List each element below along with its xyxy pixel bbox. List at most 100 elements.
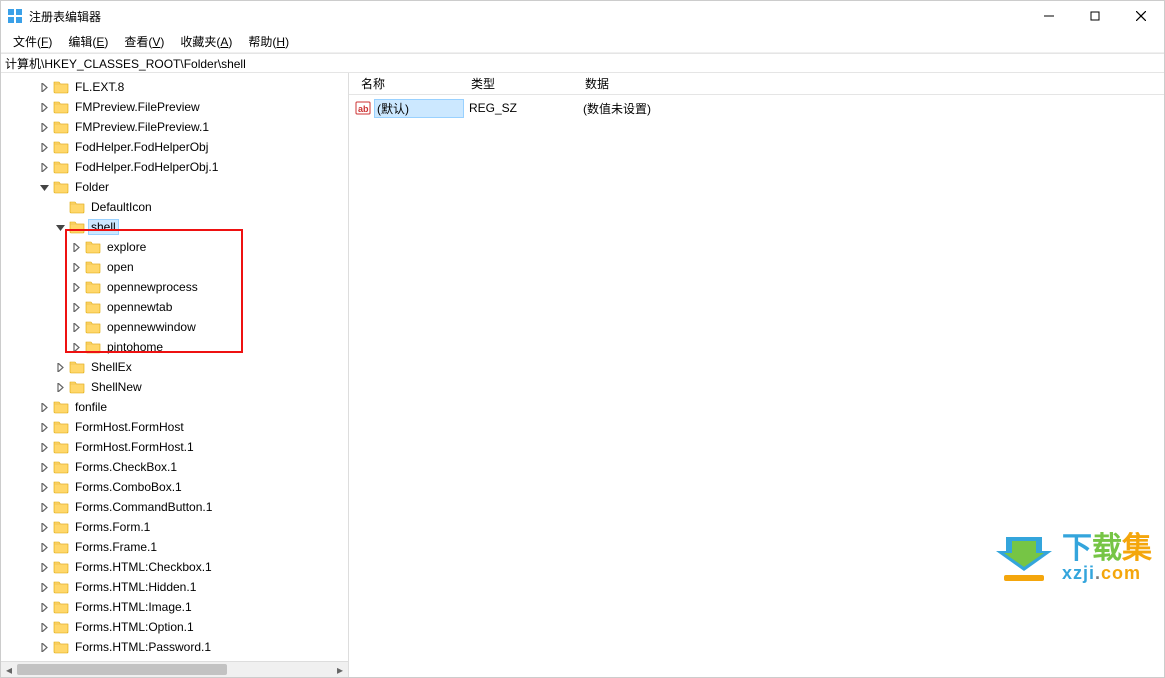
- expand-arrow-icon[interactable]: [69, 340, 83, 354]
- address-bar[interactable]: 计算机\HKEY_CLASSES_ROOT\Folder\shell: [1, 53, 1164, 73]
- tree-item-label: DefaultIcon: [89, 200, 154, 214]
- tree-item[interactable]: opennewtab: [5, 297, 348, 317]
- expand-arrow-icon[interactable]: [37, 400, 51, 414]
- menu-file[interactable]: 文件(F): [5, 31, 60, 52]
- tree-item[interactable]: Forms.HTML:Option.1: [5, 617, 348, 637]
- tree-item[interactable]: fonfile: [5, 397, 348, 417]
- expand-arrow-icon[interactable]: [37, 620, 51, 634]
- expand-arrow-icon[interactable]: [37, 600, 51, 614]
- expand-arrow-icon[interactable]: [37, 580, 51, 594]
- tree-item[interactable]: opennewprocess: [5, 277, 348, 297]
- folder-icon: [85, 319, 101, 335]
- expand-arrow-icon[interactable]: [37, 640, 51, 654]
- tree-horizontal-scrollbar[interactable]: ◂ ▸: [1, 661, 348, 677]
- tree-item[interactable]: Forms.Form.1: [5, 517, 348, 537]
- scroll-right-button[interactable]: ▸: [332, 662, 348, 677]
- tree-item[interactable]: explore: [5, 237, 348, 257]
- tree-item[interactable]: FMPreview.FilePreview.1: [5, 117, 348, 137]
- tree-item[interactable]: Forms.HTML:Password.1: [5, 637, 348, 657]
- tree-item-label: ShellNew: [89, 380, 144, 394]
- pane-resize-handle[interactable]: [348, 75, 352, 677]
- folder-icon: [85, 299, 101, 315]
- expand-arrow-icon[interactable]: [53, 360, 67, 374]
- expand-arrow-icon[interactable]: [37, 560, 51, 574]
- tree-item[interactable]: Forms.Frame.1: [5, 537, 348, 557]
- value-name: (默认): [375, 100, 463, 117]
- expand-arrow-icon[interactable]: [37, 440, 51, 454]
- expand-arrow-icon[interactable]: [53, 380, 67, 394]
- maximize-button[interactable]: [1072, 1, 1118, 31]
- tree-item-label: Forms.HTML:Option.1: [73, 620, 196, 634]
- column-header-name[interactable]: 名称: [355, 73, 465, 94]
- tree-item[interactable]: FodHelper.FodHelperObj.1: [5, 157, 348, 177]
- minimize-button[interactable]: [1026, 1, 1072, 31]
- menu-help[interactable]: 帮助(H): [240, 31, 297, 52]
- scroll-track[interactable]: [17, 662, 332, 677]
- expand-arrow-icon[interactable]: [37, 540, 51, 554]
- expand-arrow-icon[interactable]: [37, 160, 51, 174]
- tree-item[interactable]: Forms.HTML:Checkbox.1: [5, 557, 348, 577]
- app-icon: [7, 8, 23, 24]
- tree-item[interactable]: FormHost.FormHost.1: [5, 437, 348, 457]
- tree-item[interactable]: FMPreview.FilePreview: [5, 97, 348, 117]
- expand-arrow-icon[interactable]: [69, 300, 83, 314]
- svg-text:ab: ab: [358, 104, 369, 114]
- expand-arrow-icon[interactable]: [37, 420, 51, 434]
- tree-item-label: opennewprocess: [105, 280, 200, 294]
- folder-icon: [85, 279, 101, 295]
- tree-item[interactable]: DefaultIcon: [5, 197, 348, 217]
- tree-item[interactable]: ShellNew: [5, 377, 348, 397]
- scroll-thumb[interactable]: [17, 664, 227, 675]
- column-header-data[interactable]: 数据: [579, 73, 1164, 94]
- expand-arrow-icon[interactable]: [37, 120, 51, 134]
- string-value-icon: ab: [355, 100, 371, 116]
- tree-item[interactable]: shell: [5, 217, 348, 237]
- value-row[interactable]: ab(默认)REG_SZ(数值未设置): [355, 97, 1164, 119]
- expand-arrow-icon[interactable]: [37, 500, 51, 514]
- tree-item[interactable]: FormHost.FormHost: [5, 417, 348, 437]
- close-button[interactable]: [1118, 1, 1164, 31]
- expand-arrow-icon[interactable]: [37, 520, 51, 534]
- tree-item[interactable]: FodHelper.FodHelperObj: [5, 137, 348, 157]
- folder-icon: [69, 199, 85, 215]
- tree-item[interactable]: Forms.HTML:Hidden.1: [5, 577, 348, 597]
- tree-item-label: Folder: [73, 180, 111, 194]
- expand-arrow-icon[interactable]: [37, 460, 51, 474]
- tree-item[interactable]: Forms.CommandButton.1: [5, 497, 348, 517]
- menu-edit[interactable]: 编辑(E): [60, 31, 116, 52]
- expand-arrow-icon[interactable]: [69, 280, 83, 294]
- tree-item[interactable]: Forms.HTML:Image.1: [5, 597, 348, 617]
- tree-item-label: FL.EXT.8: [73, 80, 126, 94]
- menu-view[interactable]: 查看(V): [116, 31, 172, 52]
- value-data: (数值未设置): [577, 100, 651, 117]
- folder-icon: [53, 179, 69, 195]
- collapse-arrow-icon[interactable]: [53, 220, 67, 234]
- column-header-type[interactable]: 类型: [465, 73, 579, 94]
- expand-arrow-icon[interactable]: [37, 480, 51, 494]
- tree-item[interactable]: pintohome: [5, 337, 348, 357]
- tree-item[interactable]: open: [5, 257, 348, 277]
- folder-icon: [53, 99, 69, 115]
- tree-item[interactable]: Folder: [5, 177, 348, 197]
- tree-item-label: explore: [105, 240, 148, 254]
- scroll-left-button[interactable]: ◂: [1, 662, 17, 677]
- expand-arrow-icon[interactable]: [69, 260, 83, 274]
- expand-arrow-icon[interactable]: [37, 100, 51, 114]
- tree-item[interactable]: FL.EXT.8: [5, 77, 348, 97]
- expand-arrow-icon[interactable]: [69, 240, 83, 254]
- tree-scroll[interactable]: FL.EXT.8 FMPreview.FilePreview FMPreview.F…: [1, 73, 348, 661]
- tree-item[interactable]: opennewwindow: [5, 317, 348, 337]
- tree-item-label: Forms.HTML:Image.1: [73, 600, 194, 614]
- tree-item-label: opennewwindow: [105, 320, 198, 334]
- folder-icon: [53, 559, 69, 575]
- tree-item[interactable]: Forms.CheckBox.1: [5, 457, 348, 477]
- expand-arrow-icon[interactable]: [37, 80, 51, 94]
- tree-item[interactable]: Forms.ComboBox.1: [5, 477, 348, 497]
- menu-favorites[interactable]: 收藏夹(A): [172, 31, 240, 52]
- tree-item[interactable]: ShellEx: [5, 357, 348, 377]
- tree-item-label: FMPreview.FilePreview.1: [73, 120, 211, 134]
- folder-icon: [53, 159, 69, 175]
- expand-arrow-icon[interactable]: [69, 320, 83, 334]
- collapse-arrow-icon[interactable]: [37, 180, 51, 194]
- expand-arrow-icon[interactable]: [37, 140, 51, 154]
